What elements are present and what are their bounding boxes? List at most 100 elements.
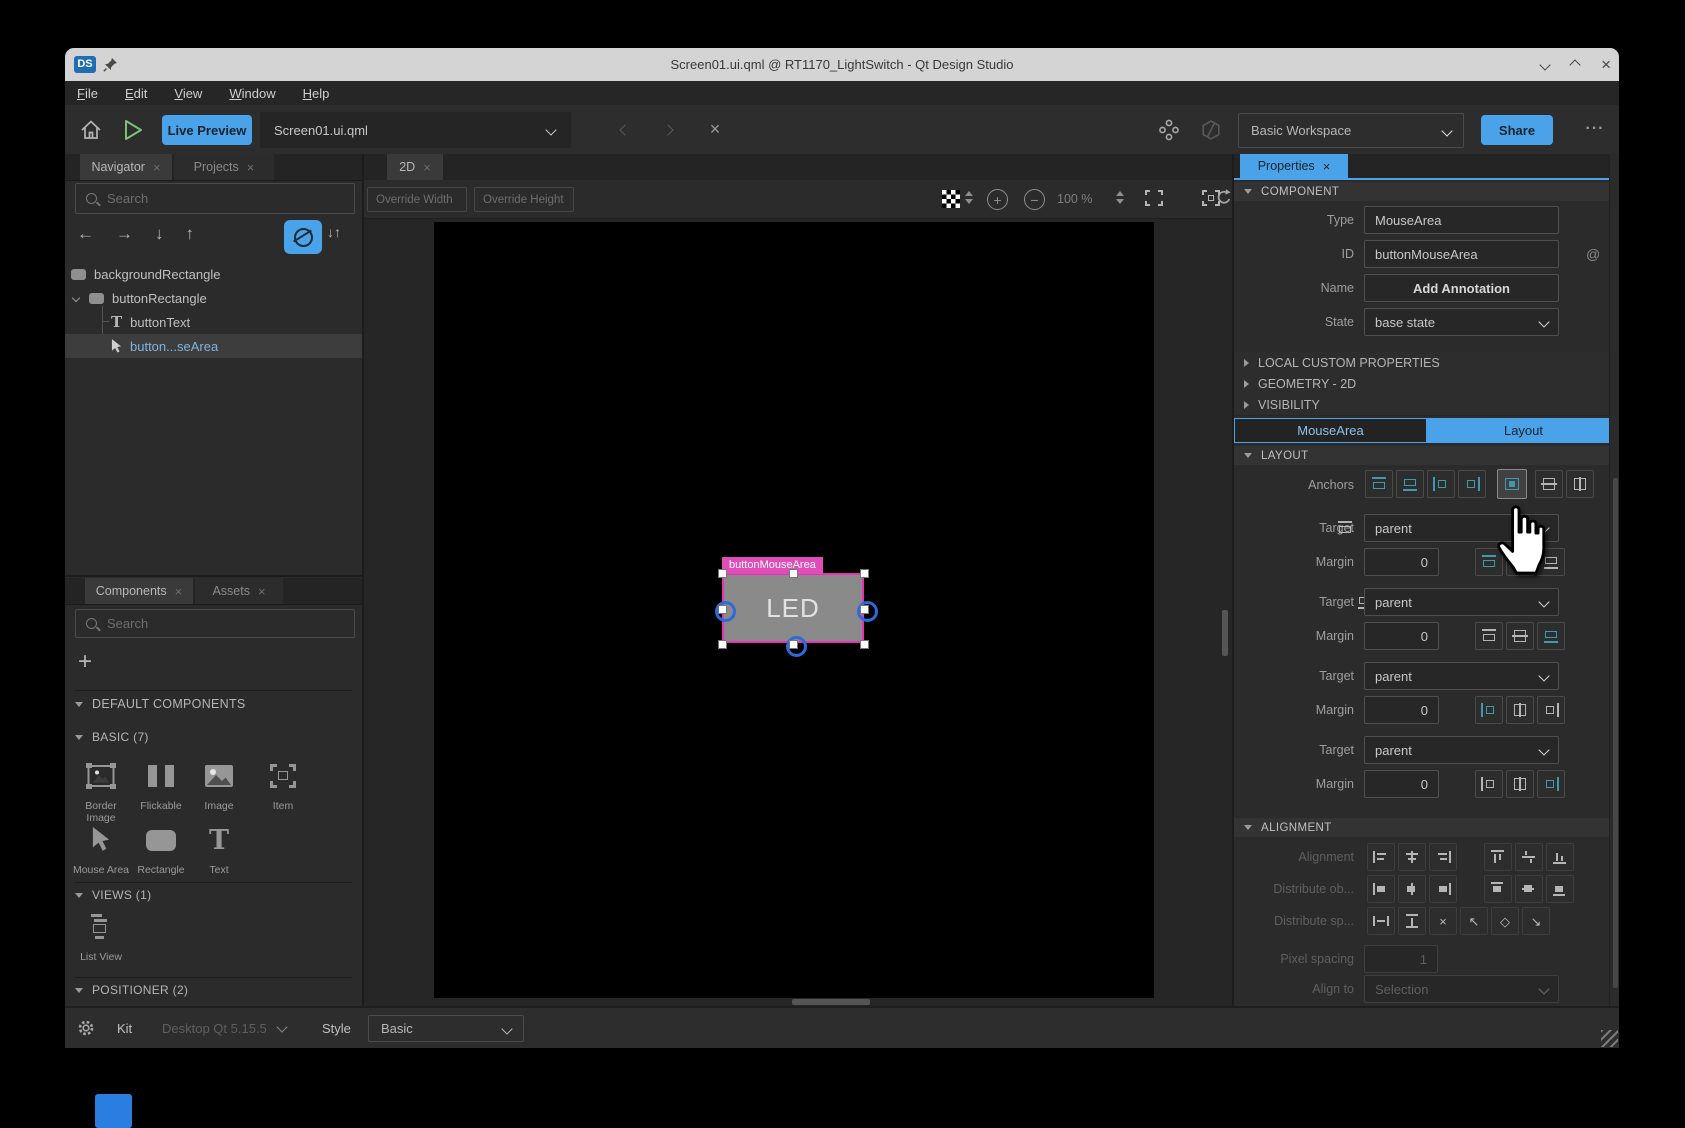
move-right-icon[interactable]: → [116,224,133,244]
titlebar[interactable]: DS Screen01.ui.qml @ RT1170_LightSwitch … [65,48,1619,81]
margin-top-value[interactable]: 0 [1364,548,1439,576]
spacing-diagonal-up-button[interactable]: ↖ [1460,907,1488,935]
annotation-at-icon[interactable]: @ [1586,246,1600,262]
close-icon[interactable]: × [258,584,266,599]
margin-bottom-value[interactable]: 0 [1364,622,1439,650]
back-button[interactable] [613,118,637,142]
anchor-right-button[interactable] [1458,470,1486,498]
background-color-swatch[interactable] [942,190,960,208]
spacing-horizontal-button[interactable] [1367,907,1395,935]
window-maximize-icon[interactable] [1569,59,1580,70]
distribute-v-center-button[interactable] [1515,875,1543,903]
state-select[interactable]: base state [1364,308,1559,336]
share-button[interactable]: Share [1481,115,1553,145]
anchor-to-right-button[interactable] [1537,770,1565,798]
horizontal-scrollbar[interactable] [792,999,870,1005]
target-bottom-select[interactable]: parent [1364,588,1559,616]
spacing-none-button[interactable]: × [1429,907,1457,935]
move-left-icon[interactable]: ← [77,224,94,244]
section-basic[interactable]: BASIC (7) [65,730,362,744]
run-button[interactable] [120,117,146,143]
menu-file[interactable]: File [77,86,98,101]
led-button[interactable]: LED [722,573,864,643]
distribute-bottom-button[interactable] [1546,875,1574,903]
anchor-top-button[interactable] [1365,470,1393,498]
override-width-input[interactable] [367,187,467,212]
tree-item-buttonRectangle[interactable]: buttonRectangle [65,286,362,310]
tab-assets[interactable]: Assets × [195,578,283,604]
align-right-button[interactable] [1429,843,1457,871]
component-item[interactable]: Item [253,756,313,812]
menu-edit[interactable]: Edit [125,86,147,101]
section-views[interactable]: VIEWS (1) [65,888,362,902]
anchor-horizontal-center-button[interactable] [1566,470,1594,498]
anchor-to-bottom-button[interactable] [1537,622,1565,650]
section-component[interactable]: COMPONENT [1234,182,1619,201]
resize-handle-sw[interactable] [718,640,727,649]
menu-help[interactable]: Help [303,86,330,101]
workspace-selector[interactable]: Basic Workspace [1238,113,1464,148]
vertical-scrollbar[interactable] [1222,610,1228,656]
fit-selection-icon[interactable] [1145,190,1163,206]
window-close-icon[interactable]: × [1601,56,1611,73]
anchor-to-top-button[interactable] [1475,622,1503,650]
close-icon[interactable]: × [423,160,431,175]
menu-window[interactable]: Window [229,86,275,101]
spacing-diagonal-down-button[interactable]: ↘ [1522,907,1550,935]
zoom-out-button[interactable]: − [1024,189,1045,210]
resize-handle-se[interactable] [860,640,869,649]
tab-projects[interactable]: Projects × [174,154,274,180]
navigator-search-input[interactable] [105,190,309,207]
forward-button[interactable] [656,118,680,142]
properties-scrollbar[interactable] [1609,154,1619,1008]
override-height-input[interactable] [474,187,574,212]
spacing-vertical-button[interactable] [1398,907,1426,935]
swatch-stepper[interactable] [965,191,973,204]
tab-mousearea[interactable]: MouseArea [1234,418,1427,443]
tab-layout[interactable]: Layout [1427,418,1619,443]
anchor-left-button[interactable] [1427,470,1455,498]
align-top-button[interactable] [1484,843,1512,871]
components-search[interactable] [75,609,355,638]
component-border-image[interactable]: Border Image [71,756,131,824]
add-annotation-button[interactable]: Add Annotation [1364,274,1559,302]
style-selector[interactable]: Basic [368,1015,524,1042]
run-target-button[interactable] [1156,117,1182,143]
align-left-button[interactable] [1367,843,1395,871]
center-horizontal-button[interactable] [1506,770,1534,798]
taskbar-icon[interactable] [95,1094,132,1128]
component-image[interactable]: Image [189,756,249,812]
reverse-order-button[interactable]: ↓↑ [327,224,341,240]
move-up-icon[interactable]: ↑ [186,224,195,244]
more-options-button[interactable]: ··· [1580,115,1610,143]
resize-handle-e[interactable] [860,605,869,614]
zoom-stepper[interactable] [1116,191,1124,204]
tree-item-buttonText[interactable]: T buttonText [65,310,362,334]
anchor-fill-button[interactable] [1497,469,1527,499]
anchor-to-left-button[interactable] [1475,696,1503,724]
resize-handle-w[interactable] [718,605,727,614]
components-search-input[interactable] [105,615,309,632]
section-visibility[interactable]: VISIBILITY [1234,394,1619,416]
tab-properties[interactable]: Properties × [1240,154,1348,178]
target-left-select[interactable]: parent [1364,662,1559,690]
component-text[interactable]: T Text [189,820,249,876]
component-list-view[interactable]: List View [71,907,131,963]
section-layout[interactable]: LAYOUT [1234,446,1619,465]
section-positioner[interactable]: POSITIONER (2) [65,983,362,997]
scrollbar-thumb[interactable] [1613,478,1618,988]
resize-grip[interactable] [1601,1030,1618,1047]
kit-settings-button[interactable] [75,1017,97,1039]
align-v-center-button[interactable] [1515,843,1543,871]
section-local-custom-properties[interactable]: LOCAL CUSTOM PROPERTIES [1234,352,1619,374]
close-document-button[interactable]: × [703,116,727,142]
close-icon[interactable]: × [175,584,183,599]
tree-item-backgroundRectangle[interactable]: backgroundRectangle [65,262,362,286]
menu-view[interactable]: View [174,86,202,101]
zoom-in-button[interactable]: + [987,189,1008,210]
move-down-icon[interactable]: ↓ [155,224,164,244]
close-icon[interactable]: × [153,160,161,175]
close-icon[interactable]: × [247,160,255,175]
center-horizontal-button[interactable] [1506,696,1534,724]
tab-2d[interactable]: 2D × [387,154,443,180]
